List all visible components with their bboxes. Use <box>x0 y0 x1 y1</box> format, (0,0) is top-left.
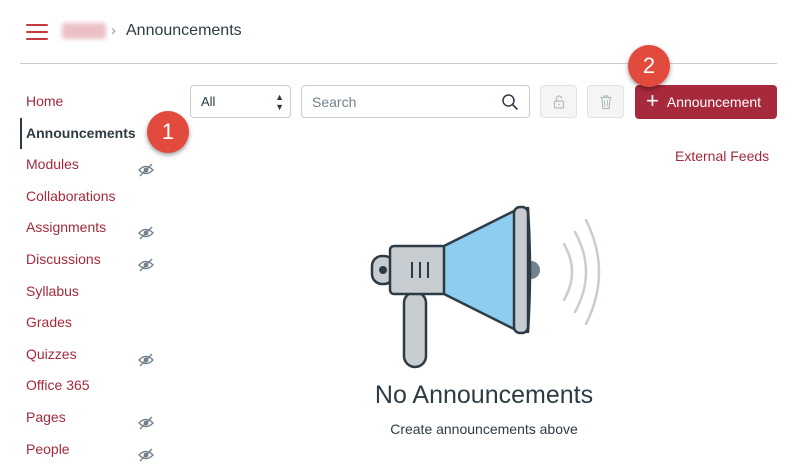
sidebar-item-label: Quizzes <box>26 345 77 362</box>
filter-select-value: All <box>201 94 216 109</box>
filter-select[interactable]: All ▲ ▼ <box>190 85 291 118</box>
hidden-eye-icon <box>138 347 154 367</box>
sidebar-item-label: Modules <box>26 156 79 173</box>
empty-state-title: No Announcements <box>374 381 594 409</box>
lock-icon <box>553 94 564 109</box>
hidden-eye-icon <box>138 157 154 177</box>
sidebar-item-home[interactable]: Home <box>20 86 170 118</box>
hidden-eye-icon <box>138 220 154 240</box>
empty-state-subtitle: Create announcements above <box>390 421 578 437</box>
delete-button[interactable] <box>587 85 624 118</box>
sidebar-item-label: Collaborations <box>26 187 116 204</box>
search-field[interactable] <box>301 85 530 118</box>
add-announcement-label: Announcement <box>666 94 762 110</box>
step-1-badge: 1 <box>147 111 189 153</box>
sidebar-item-label: Announcements <box>26 124 136 141</box>
breadcrumb-separator: › <box>111 22 116 39</box>
search-icon[interactable] <box>501 93 519 111</box>
sidebar-item-grades[interactable]: Grades <box>20 307 170 339</box>
hidden-eye-icon <box>138 442 154 461</box>
sidebar-item-discussions[interactable]: Discussions <box>20 244 170 276</box>
trash-icon <box>600 94 611 109</box>
page-title: Announcements <box>126 22 242 39</box>
sidebar-item-label: Assignments <box>26 219 107 236</box>
lock-button[interactable] <box>540 85 577 118</box>
hamburger-menu-icon[interactable] <box>26 24 48 40</box>
search-input[interactable] <box>302 86 492 117</box>
plus-icon: + <box>646 88 659 113</box>
megaphone-illustration <box>370 205 601 369</box>
sidebar-item-label: People <box>26 440 70 457</box>
sidebar-item-label: Syllabus <box>26 282 79 299</box>
hidden-eye-icon <box>138 252 154 272</box>
sidebar-item-assignments[interactable]: Assignments <box>20 212 170 244</box>
sidebar-item-people[interactable]: People <box>20 434 170 465</box>
add-announcement-button[interactable]: + Announcement <box>635 85 777 119</box>
sidebar-item-modules[interactable]: Modules <box>20 149 170 181</box>
breadcrumb-course-name-blurred[interactable] <box>62 23 106 39</box>
sidebar-item-label: Home <box>26 93 64 109</box>
select-arrows-icon: ▲ ▼ <box>275 92 284 112</box>
external-feeds-link[interactable]: External Feeds <box>675 148 769 164</box>
sidebar-item-collaborations[interactable]: Collaborations <box>20 181 170 213</box>
sidebar-item-syllabus[interactable]: Syllabus <box>20 276 170 308</box>
sidebar-item-quizzes[interactable]: Quizzes <box>20 339 170 371</box>
sidebar-item-label: Grades <box>26 314 72 331</box>
step-2-badge: 2 <box>628 45 670 87</box>
sidebar-item-label: Discussions <box>26 250 101 267</box>
